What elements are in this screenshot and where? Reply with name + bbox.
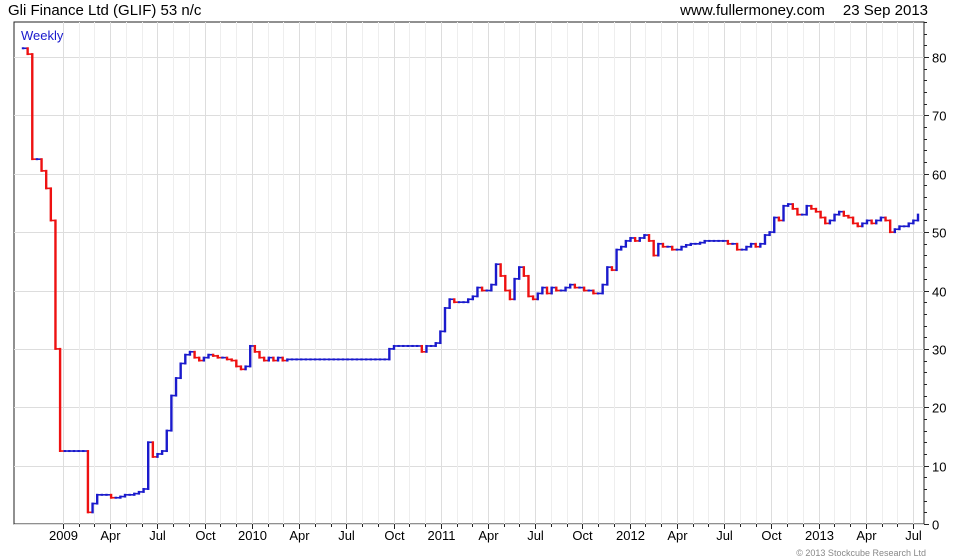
y-tick-label: 60 bbox=[932, 168, 946, 183]
x-tick-label: Apr bbox=[100, 528, 121, 543]
x-tick-label: Apr bbox=[667, 528, 688, 543]
x-tick-label: 2013 bbox=[805, 528, 834, 543]
x-tick-label: Jul bbox=[527, 528, 544, 543]
x-tick-label: Jul bbox=[905, 528, 922, 543]
x-tick-label: 2009 bbox=[49, 528, 78, 543]
x-tick-label: Jul bbox=[149, 528, 166, 543]
x-tick-label: Jul bbox=[338, 528, 355, 543]
price-chart: 2009 Apr Jul Oct 2010 Apr Jul Oct 2011 Apr Jul Oct 2… bbox=[13, 21, 946, 543]
y-tick-label: 70 bbox=[932, 109, 946, 124]
x-tick-label: Apr bbox=[478, 528, 499, 543]
period-label: Weekly bbox=[21, 28, 64, 43]
x-axis: 2009 Apr Jul Oct 2010 Apr Jul Oct 2011 Apr Jul Oct 2… bbox=[49, 524, 922, 543]
x-tick-label: Jul bbox=[716, 528, 733, 543]
y-tick-label: 30 bbox=[932, 343, 946, 358]
y-tick-label: 10 bbox=[932, 460, 946, 475]
x-tick-label: Oct bbox=[761, 528, 782, 543]
y-axis: 0 10 20 30 40 50 60 70 80 bbox=[924, 22, 946, 533]
y-tick-label: 40 bbox=[932, 285, 946, 300]
x-tick-label: 2011 bbox=[428, 528, 456, 543]
y-tick-label: 20 bbox=[932, 401, 946, 416]
x-tick-label: 2012 bbox=[616, 528, 645, 543]
x-tick-label: Apr bbox=[856, 528, 877, 543]
copyright-notice: © 2013 Stockcube Research Ltd bbox=[796, 548, 926, 558]
y-tick-label: 0 bbox=[932, 518, 939, 533]
x-tick-label: 2010 bbox=[238, 528, 267, 543]
x-tick-label: Apr bbox=[289, 528, 310, 543]
y-tick-label: 50 bbox=[932, 226, 946, 241]
x-tick-label: Oct bbox=[572, 528, 593, 543]
x-tick-label: Oct bbox=[384, 528, 405, 543]
y-tick-label: 80 bbox=[932, 51, 946, 66]
x-tick-label: Oct bbox=[195, 528, 216, 543]
